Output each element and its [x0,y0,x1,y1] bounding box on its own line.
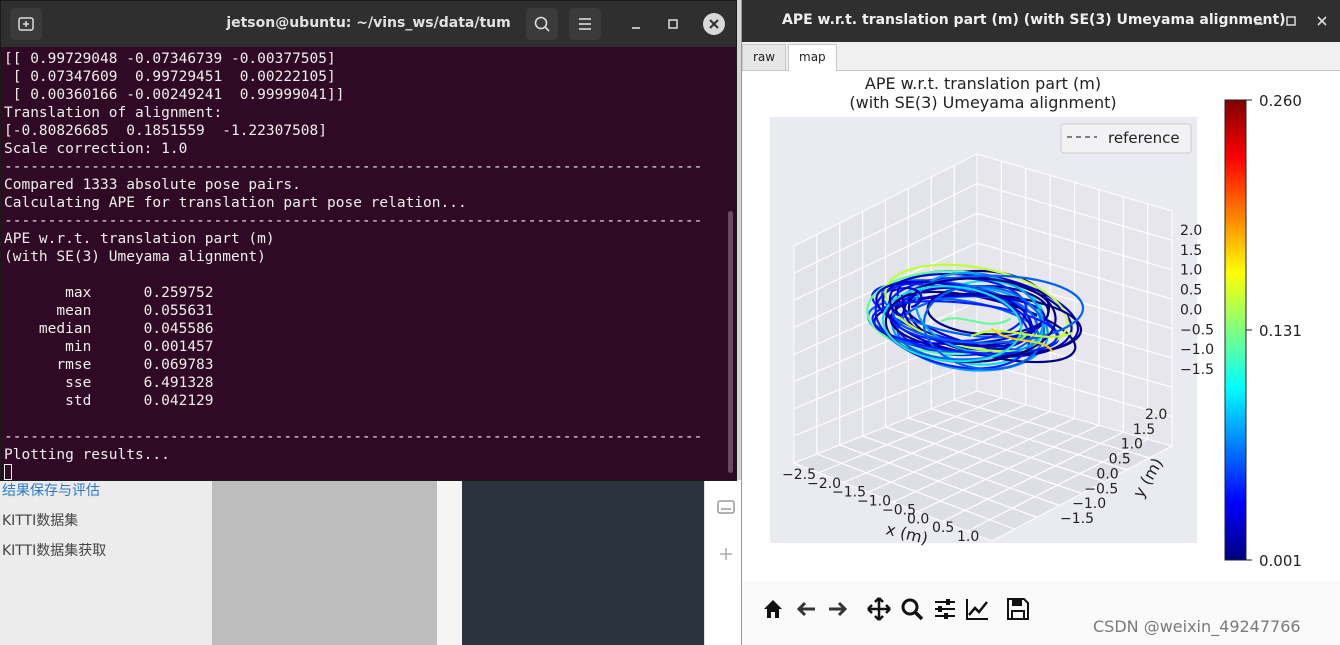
terminal-line: min 0.001457 [4,339,214,355]
y-tick-label: −1.0 [1072,496,1106,512]
terminal-prompt[interactable] [4,464,736,482]
home-icon[interactable] [760,596,786,622]
z-tick-label: 0.0 [1180,302,1202,318]
close-button[interactable] [703,13,725,35]
z-tick-label: 1.0 [1180,263,1202,279]
close-icon[interactable] [1313,12,1333,32]
save-icon[interactable] [1005,596,1031,622]
terminal-line: [ 0.00360166 -0.00249241 0.99999041]] [4,87,345,103]
terminal-line: Plotting results... [4,447,170,463]
terminal-line: ----------------------------------------… [4,213,703,229]
search-icon [534,16,550,32]
legend-label-reference: reference [1108,129,1180,147]
terminal-line: APE w.r.t. translation part (m) [4,231,275,247]
background-page-sidebar: 结果保存与评估 KITTI数据集 KITTI数据集获取 [0,480,212,645]
terminal-line: sse 6.491328 [4,375,214,391]
tab-raw[interactable]: raw [742,44,787,70]
terminal-line: median 0.045586 [4,321,214,337]
background-dark-panel [462,480,704,645]
y-tick-label: 1.0 [1121,437,1143,453]
figure-canvas[interactable]: APE w.r.t. translation part (m) (with SE(… [742,71,1340,581]
background-link-save-eval[interactable]: 结果保存与评估 [2,480,100,500]
x-tick-label: 1.0 [957,529,979,545]
terminal-line: ----------------------------------------… [4,159,703,175]
z-tick-label: 0.5 [1180,283,1202,299]
y-tick-label: 1.5 [1133,422,1155,438]
back-icon[interactable] [793,596,819,622]
plot-tabs: raw map [742,42,1340,72]
cursor [4,464,12,480]
zoom-icon[interactable] [899,596,925,622]
terminal-line: [-0.80826685 0.1851559 -1.22307508] [4,123,328,139]
maximize-icon [668,19,678,29]
terminal-scrollbar[interactable] [728,211,733,473]
colorbar-tick-label: 0.001 [1259,552,1302,570]
configure-icon[interactable] [932,596,958,622]
plot-window-title: APE w.r.t. translation part (m) (with SE… [782,12,1286,28]
terminal-output[interactable]: [[ 0.99729048 -0.07346739 -0.00377505] [… [1,47,736,482]
x-tick-label: 0.5 [932,520,954,536]
maximize-button[interactable] [663,14,683,34]
terminal-line: Compared 1333 absolute pose pairs. [4,177,301,193]
y-tick-label: 2.0 [1145,407,1167,423]
ape-3d-plot: APE w.r.t. translation part (m)(with SE(… [770,74,1302,570]
menu-button[interactable] [569,8,601,40]
colorbar-tick-label: 0.131 [1259,322,1302,340]
z-tick-label: 2.0 [1180,223,1202,239]
terminal-line: max 0.259752 [4,285,214,301]
maximize-icon[interactable] [1282,12,1302,32]
close-icon [709,19,719,29]
colorbar [1224,99,1247,561]
terminal-line: Translation of alignment: [4,105,223,121]
plot-window[interactable]: APE w.r.t. translation part (m) (with SE… [741,0,1340,645]
search-button[interactable] [526,8,558,40]
colorbar-tick-label: 0.260 [1259,92,1302,110]
y-tick-label: 0.0 [1096,466,1118,482]
terminal-line: Scale correction: 1.0 [4,141,188,157]
terminal-line: ----------------------------------------… [4,429,703,445]
terminal-line: std 0.042129 [4,393,214,409]
minimize-icon[interactable] [1250,12,1270,32]
chart-title: APE w.r.t. translation part (m) [865,74,1101,93]
chart-subtitle: (with SE(3) Umeyama alignment) [849,93,1116,112]
background-page-panel [212,480,437,645]
y-tick-label: 0.5 [1109,452,1131,468]
plot-titlebar[interactable]: APE w.r.t. translation part (m) (with SE… [742,0,1340,42]
z-tick-label: −1.5 [1180,362,1214,378]
watermark: CSDN @weixin_49247766 [1093,617,1301,636]
terminal-window[interactable]: jetson@ubuntu: ~/vins_ws/data/tum [[ 0.9… [0,0,737,481]
minimize-icon [632,27,640,29]
minimize-button[interactable] [626,14,646,34]
pan-icon[interactable] [866,596,892,622]
z-tick-label: 1.5 [1180,243,1202,259]
terminal-line: mean 0.055631 [4,303,214,319]
tab-map[interactable]: map [788,44,837,72]
terminal-line: [ 0.07347609 0.99729451 0.00222105] [4,69,336,85]
hamburger-menu-icon [579,18,591,30]
background-gap [437,480,462,645]
keyboard-icon[interactable] [717,500,735,514]
terminal-titlebar[interactable]: jetson@ubuntu: ~/vins_ws/data/tum [1,1,736,47]
terminal-line: Calculating APE for translation part pos… [4,195,467,211]
terminal-line: rmse 0.069783 [4,357,214,373]
background-side-toolbar [704,480,745,645]
y-tick-label: −0.5 [1084,481,1118,497]
edit-axis-icon[interactable] [964,596,990,622]
terminal-line: [[ 0.99729048 -0.07346739 -0.00377505] [4,51,336,67]
background-link-kitti-get[interactable]: KITTI数据集获取 [2,540,106,560]
y-tick-label: −1.5 [1060,511,1094,527]
terminal-line: (with SE(3) Umeyama alignment) [4,249,266,265]
z-tick-label: −1.0 [1180,342,1214,358]
forward-icon[interactable] [825,596,851,622]
plus-icon[interactable] [719,547,733,561]
z-tick-label: −0.5 [1180,322,1214,338]
background-link-kitti[interactable]: KITTI数据集 [2,510,78,530]
